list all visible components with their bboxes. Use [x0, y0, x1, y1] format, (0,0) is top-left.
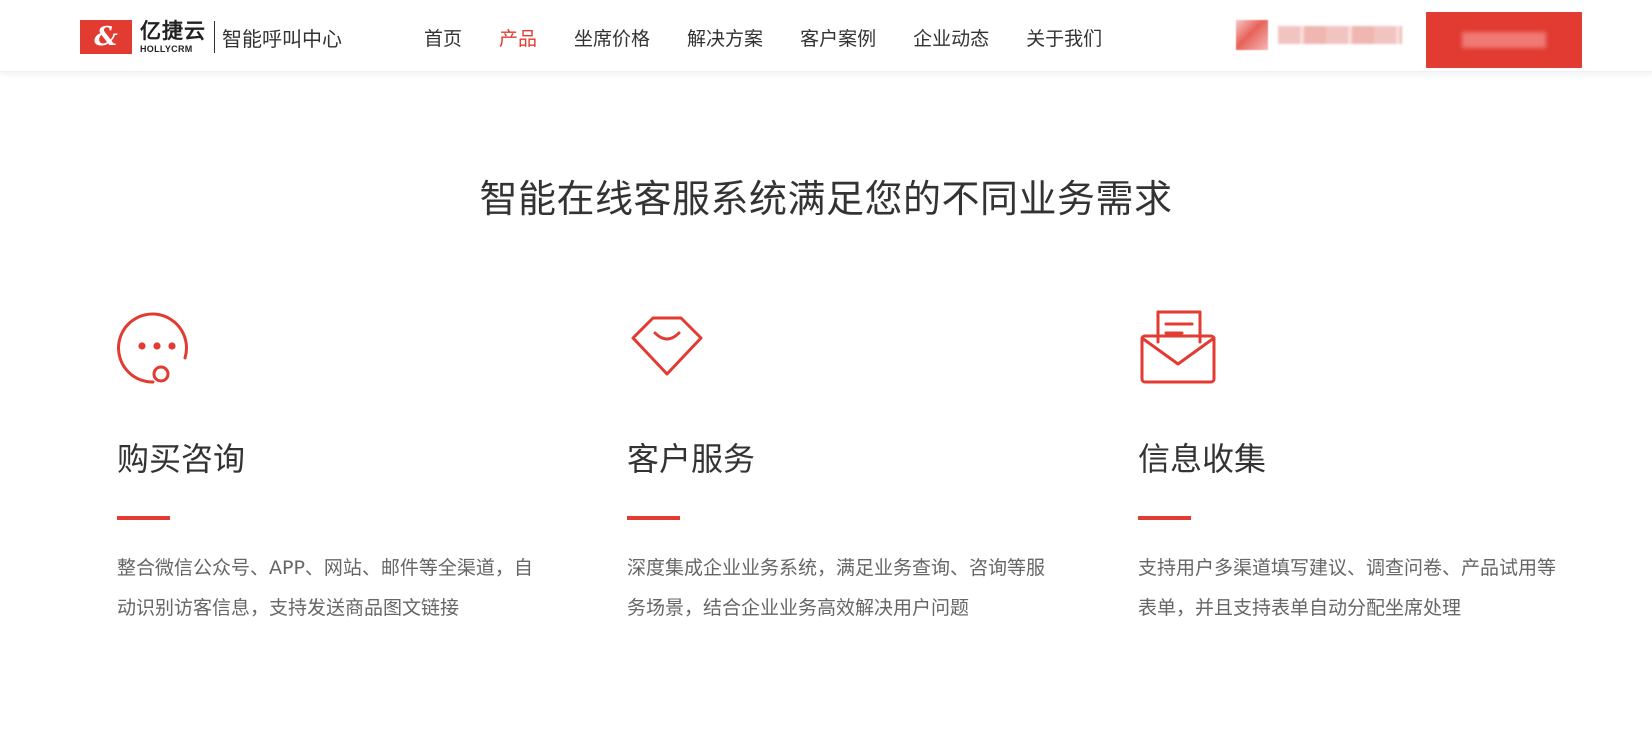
feature-customer-service: 客户服务 深度集成企业业务系统，满足业务查询、咨询等服务场景，结合企业业务高效解… — [627, 308, 1047, 628]
phone-icon — [1236, 20, 1268, 50]
logo-tagline: 智能呼叫中心 — [222, 26, 342, 51]
feature-title: 购买咨询 — [117, 440, 246, 478]
feature-description: 深度集成企业业务系统，满足业务查询、咨询等服务场景，结合企业业务高效解决用户问题 — [627, 557, 1046, 619]
logo[interactable]: & 亿捷云 HOLLYCRM 智能呼叫中心 — [80, 18, 342, 56]
header-cta-button[interactable] — [1426, 12, 1582, 68]
feature-information-collection: 信息收集 支持用户多渠道填写建议、调查问卷、产品试用等表单，并且支持表单自动分配… — [1138, 308, 1558, 628]
feature-purchase-consulting: 购买咨询 整合微信公众号、APP、网站、邮件等全渠道，自动识别访客信息，支持发送… — [117, 308, 537, 628]
hotline-link[interactable] — [1236, 20, 1406, 50]
logo-mark: & — [80, 20, 132, 54]
feature-divider — [627, 516, 680, 520]
nav-item-about[interactable]: 关于我们 — [1026, 24, 1102, 51]
logo-wordmark: 亿捷云 HOLLYCRM — [140, 18, 206, 54]
feature-divider — [117, 516, 170, 520]
diamond-smile-icon — [631, 316, 703, 376]
logo-divider — [214, 21, 215, 53]
feature-description: 支持用户多渠道填写建议、调查问卷、产品试用等表单，并且支持表单自动分配坐席处理 — [1138, 557, 1557, 619]
chat-bubble-icon — [117, 312, 188, 384]
nav-item-pricing[interactable]: 坐席价格 — [574, 24, 650, 51]
nav-item-cases[interactable]: 客户案例 — [800, 24, 876, 51]
feature-title: 信息收集 — [1138, 440, 1267, 478]
section-title: 智能在线客服系统满足您的不同业务需求 — [479, 177, 1173, 221]
feature-title: 客户服务 — [627, 440, 756, 478]
nav-item-solutions[interactable]: 解决方案 — [687, 24, 763, 51]
nav-item-products[interactable]: 产品 — [499, 24, 537, 51]
logo-brand: 亿捷云 — [140, 18, 206, 43]
feature-description: 整合微信公众号、APP、网站、邮件等全渠道，自动识别访客信息，支持发送商品图文链… — [117, 557, 533, 619]
nav-item-home[interactable]: 首页 — [424, 24, 462, 51]
top-header: & 亿捷云 HOLLYCRM 智能呼叫中心 首页 产品 坐席价格 解决方案 客户… — [0, 0, 1652, 72]
main-nav: 首页 产品 坐席价格 解决方案 客户案例 企业动态 关于我们 — [424, 24, 1139, 51]
hotline-text-redacted — [1278, 26, 1402, 44]
nav-item-news[interactable]: 企业动态 — [913, 24, 989, 51]
logo-sub: HOLLYCRM — [140, 43, 193, 54]
envelope-letter-icon — [1140, 310, 1216, 384]
feature-divider — [1138, 516, 1191, 520]
cta-label-redacted — [1462, 32, 1546, 48]
